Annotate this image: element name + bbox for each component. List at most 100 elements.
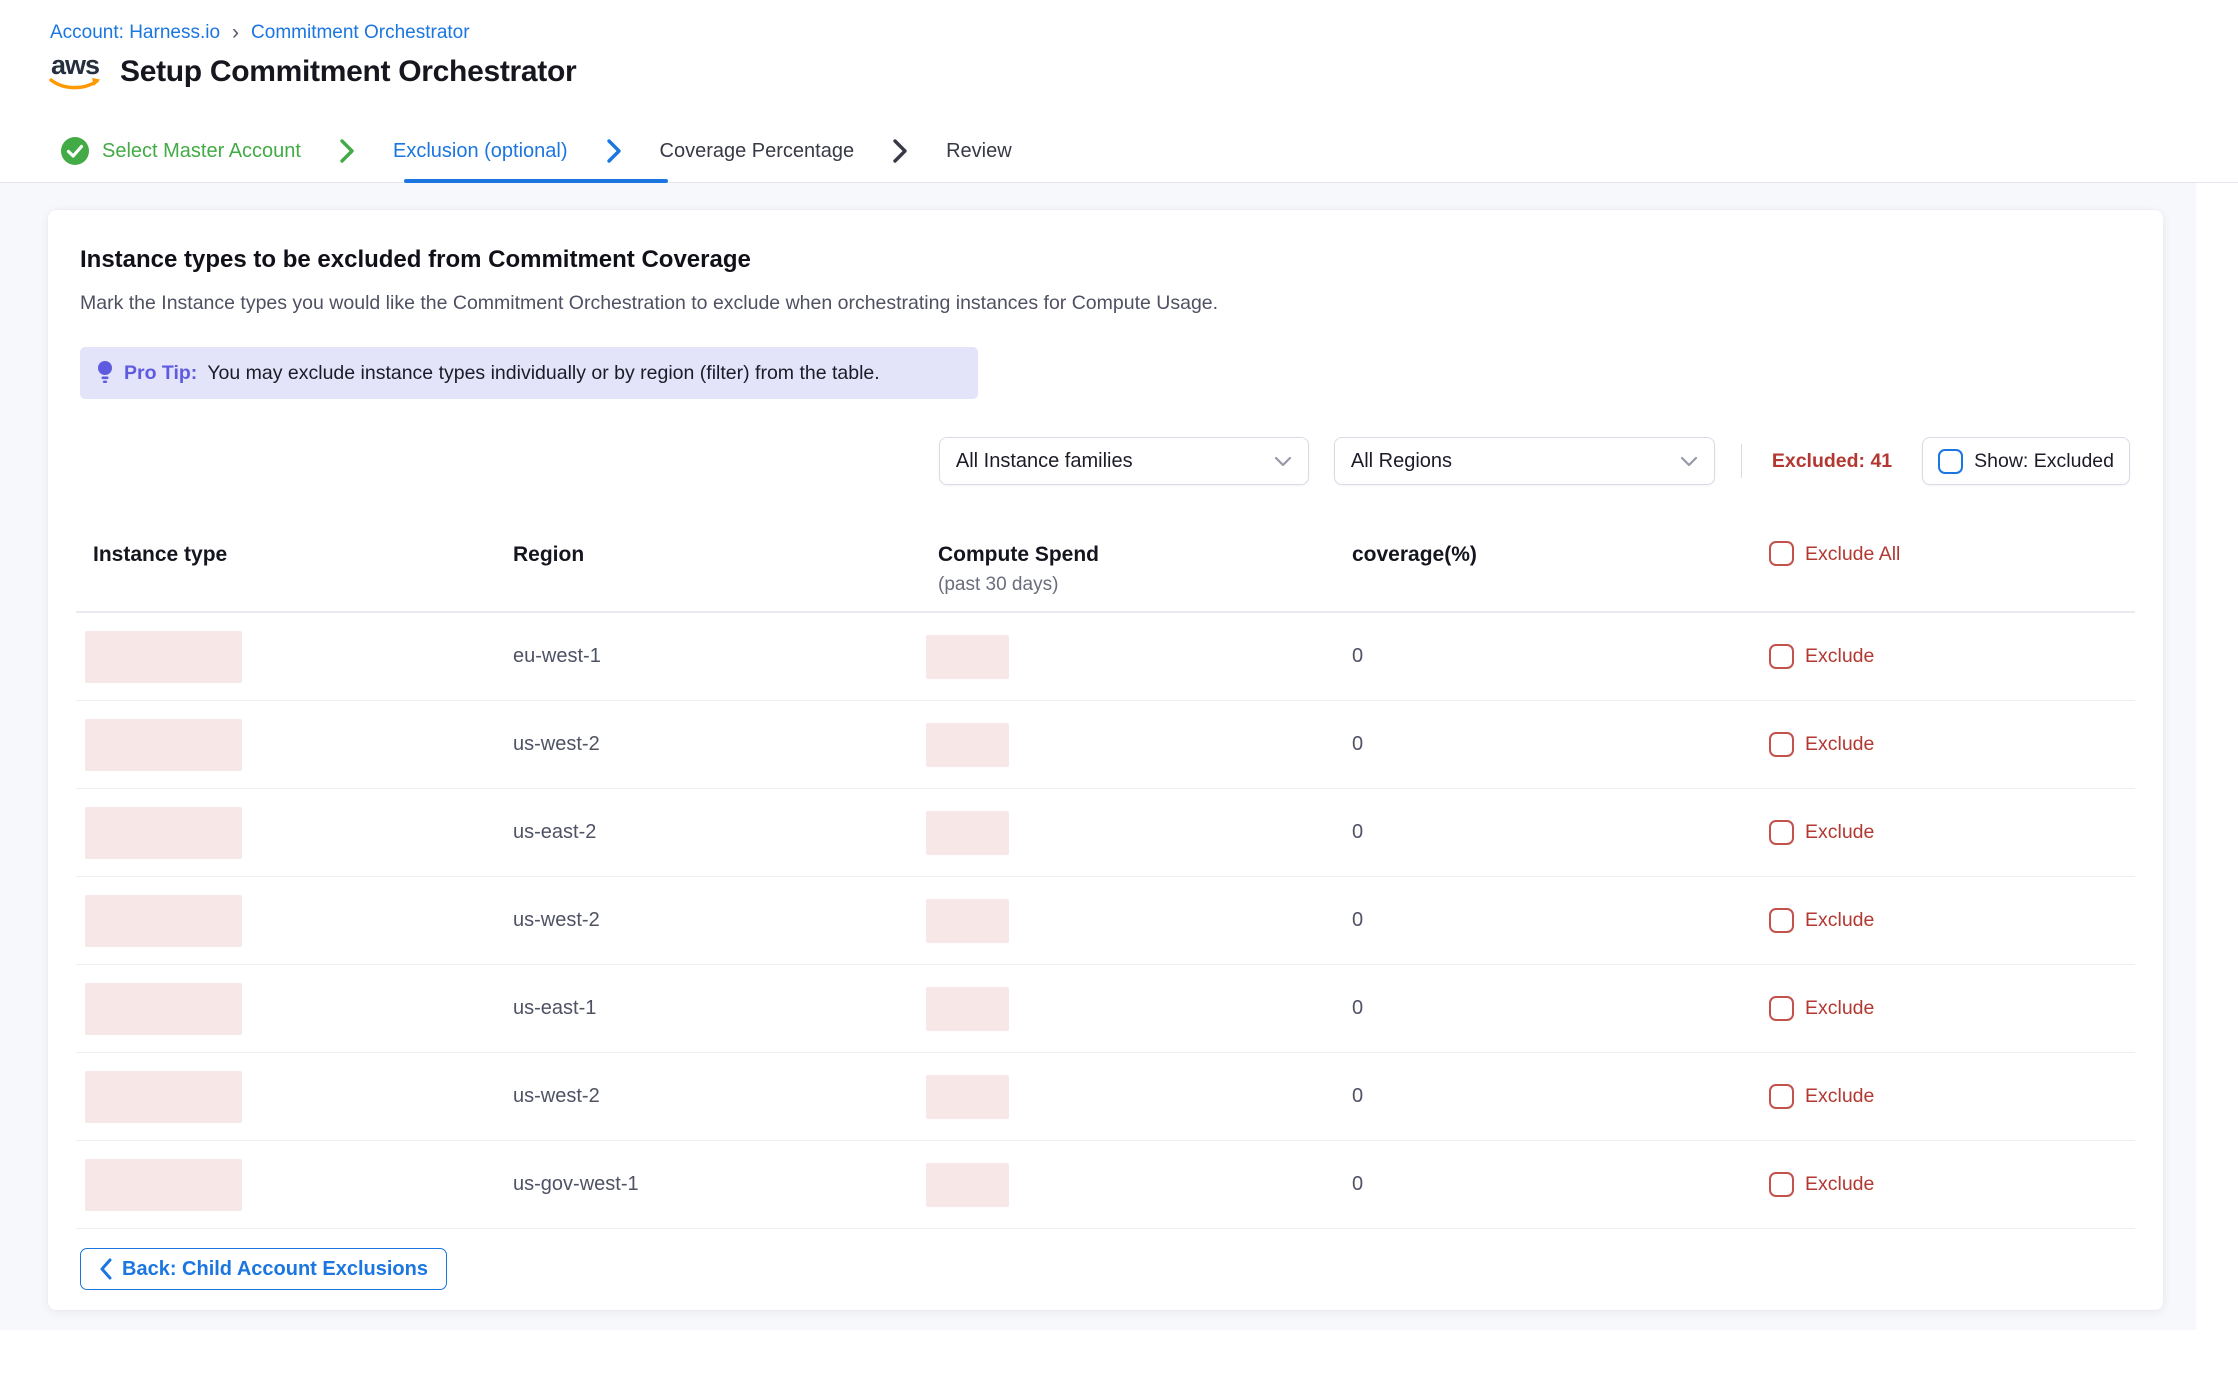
table-body: eu-west-1 0 Exclude us-west-2 0 Exclude … (76, 613, 2135, 1229)
step-review[interactable]: Review (946, 140, 1012, 163)
aws-logo-text: aws (51, 52, 99, 79)
coverage-cell: 0 (1352, 821, 1363, 843)
region-cell: us-west-2 (513, 733, 600, 755)
chevron-right-icon (890, 137, 910, 165)
regions-value: All Regions (1351, 450, 1452, 473)
regions-select[interactable]: All Regions (1334, 437, 1715, 485)
step-exclusion-optional[interactable]: Exclusion (optional) (393, 140, 568, 163)
back-button[interactable]: Back: Child Account Exclusions (80, 1248, 447, 1290)
title-row: aws Setup Commitment Orchestrator (48, 52, 576, 91)
aws-smile-icon (48, 77, 102, 91)
redacted-compute-spend (926, 635, 1009, 679)
redacted-instance-type (85, 631, 242, 683)
redacted-compute-spend (926, 987, 1009, 1031)
step-coverage-percentage[interactable]: Coverage Percentage (660, 140, 855, 163)
table-row: us-east-1 0 Exclude (76, 965, 2135, 1053)
back-button-label: Back: Child Account Exclusions (122, 1258, 428, 1281)
stepper: Select Master Account Exclusion (optiona… (0, 120, 2238, 183)
region-cell: us-east-2 (513, 821, 596, 843)
coverage-cell: 0 (1352, 645, 1363, 667)
exclude-checkbox[interactable] (1769, 1084, 1794, 1109)
coverage-cell: 0 (1352, 1085, 1363, 1107)
filter-bar: All Instance families All Regions Exclud… (939, 437, 2130, 485)
chevron-right-icon (604, 137, 624, 165)
redacted-instance-type (85, 1071, 242, 1123)
region-cell: us-east-1 (513, 997, 596, 1019)
redacted-compute-spend (926, 1163, 1009, 1207)
exclude-label: Exclude (1805, 733, 1874, 756)
protip-label: Pro Tip: (124, 362, 197, 385)
lightbulb-icon (96, 360, 114, 386)
table-row: eu-west-1 0 Exclude (76, 613, 2135, 701)
header-compute-spend: Compute Spend (past 30 days) (926, 523, 1352, 611)
panel-heading: Instance types to be excluded from Commi… (80, 246, 751, 274)
right-margin (2196, 183, 2238, 1330)
redacted-instance-type (85, 895, 242, 947)
redacted-instance-type (85, 807, 242, 859)
header-instance-type: Instance type (76, 523, 513, 611)
coverage-cell: 0 (1352, 733, 1363, 755)
coverage-cell: 0 (1352, 1173, 1363, 1195)
content-background: Instance types to be excluded from Commi… (0, 183, 2196, 1330)
chevron-right-icon (337, 137, 357, 165)
table-row: us-east-2 0 Exclude (76, 789, 2135, 877)
breadcrumb-account-link[interactable]: Account: Harness.io (50, 22, 220, 44)
breadcrumb-separator-icon: › (232, 22, 239, 43)
show-excluded-label: Show: Excluded (1974, 450, 2114, 473)
exclude-checkbox[interactable] (1769, 732, 1794, 757)
redacted-instance-type (85, 1159, 242, 1211)
breadcrumb: Account: Harness.io › Commitment Orchest… (50, 22, 470, 44)
check-circle-icon (60, 136, 90, 166)
redacted-compute-spend (926, 899, 1009, 943)
step-select-master-account[interactable]: Select Master Account (60, 136, 301, 166)
chevron-left-icon (99, 1258, 112, 1280)
exclude-checkbox[interactable] (1769, 1172, 1794, 1197)
exclude-label: Exclude (1805, 909, 1874, 932)
table-header-row: Instance type Region Compute Spend (past… (76, 523, 2135, 613)
exclude-checkbox[interactable] (1769, 644, 1794, 669)
protip-text: You may exclude instance types individua… (207, 362, 879, 385)
region-cell: us-west-2 (513, 909, 600, 931)
table-row: us-west-2 0 Exclude (76, 701, 2135, 789)
exclusion-table: Instance type Region Compute Spend (past… (76, 523, 2135, 1229)
exclude-checkbox[interactable] (1769, 820, 1794, 845)
exclude-label: Exclude (1805, 997, 1874, 1020)
exclude-checkbox[interactable] (1769, 908, 1794, 933)
header-region: Region (513, 523, 926, 611)
show-excluded-toggle[interactable]: Show: Excluded (1922, 437, 2130, 485)
region-cell: us-gov-west-1 (513, 1173, 639, 1195)
region-cell: eu-west-1 (513, 645, 601, 667)
exclude-all-checkbox[interactable] (1769, 541, 1794, 566)
header-coverage: coverage(%) (1352, 523, 1769, 611)
header-compute-spend-title: Compute Spend (938, 543, 1352, 567)
exclude-label: Exclude (1805, 1085, 1874, 1108)
aws-logo: aws (48, 52, 102, 91)
exclude-label: Exclude (1805, 645, 1874, 668)
breadcrumb-page-link[interactable]: Commitment Orchestrator (251, 22, 470, 44)
chevron-down-icon (1274, 456, 1292, 467)
topbar: Account: Harness.io › Commitment Orchest… (0, 0, 2238, 120)
redacted-instance-type (85, 983, 242, 1035)
coverage-cell: 0 (1352, 997, 1363, 1019)
redacted-compute-spend (926, 723, 1009, 767)
protip-banner: Pro Tip: You may exclude instance types … (80, 347, 978, 399)
step-label: Coverage Percentage (660, 140, 855, 163)
step-label: Review (946, 140, 1012, 163)
redacted-compute-spend (926, 1075, 1009, 1119)
header-compute-spend-sub: (past 30 days) (938, 574, 1352, 596)
redacted-compute-spend (926, 811, 1009, 855)
chevron-down-icon (1680, 456, 1698, 467)
instance-families-select[interactable]: All Instance families (939, 437, 1309, 485)
exclude-checkbox[interactable] (1769, 996, 1794, 1021)
exclusion-panel: Instance types to be excluded from Commi… (48, 210, 2163, 1310)
table-row: us-gov-west-1 0 Exclude (76, 1141, 2135, 1229)
redacted-instance-type (85, 719, 242, 771)
step-label: Exclusion (optional) (393, 140, 568, 163)
excluded-count-badge: Excluded: 41 (1772, 450, 1892, 473)
instance-families-value: All Instance families (956, 450, 1133, 473)
table-row: us-west-2 0 Exclude (76, 877, 2135, 965)
table-row: us-west-2 0 Exclude (76, 1053, 2135, 1141)
coverage-cell: 0 (1352, 909, 1363, 931)
exclude-label: Exclude (1805, 821, 1874, 844)
show-excluded-checkbox[interactable] (1938, 449, 1963, 474)
